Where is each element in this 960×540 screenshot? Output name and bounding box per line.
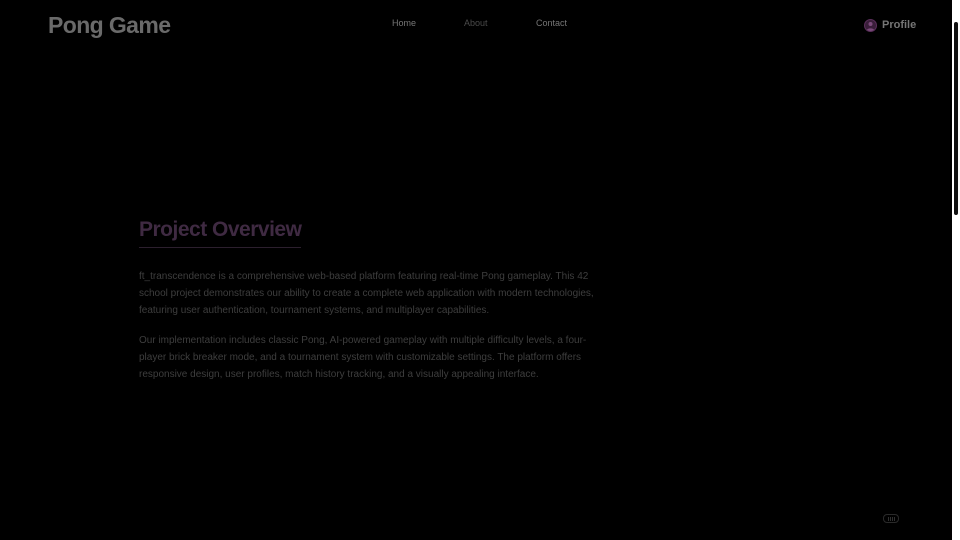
main-nav: Home About Contact (0, 18, 952, 32)
nav-about-link[interactable]: About (464, 18, 488, 28)
overview-paragraph-1: ft_transcendence is a comprehensive web-… (139, 271, 594, 316)
keyboard-icon[interactable] (883, 514, 899, 523)
project-overview-section: Project Overview ft_transcendence is a c… (139, 218, 599, 383)
overview-paragraph-2: Our implementation includes classic Pong… (139, 335, 587, 380)
overview-title: Project Overview (139, 218, 302, 248)
vertical-scrollbar[interactable] (952, 0, 960, 540)
nav-home-link[interactable]: Home (392, 18, 416, 28)
profile-button[interactable]: Profile (864, 17, 916, 33)
scrollbar-thumb[interactable] (954, 22, 958, 215)
user-icon (864, 18, 877, 32)
page: Pong Game Home About Contact Profile Pro… (0, 0, 960, 540)
site-header: Pong Game Home About Contact Profile (0, 0, 952, 52)
nav-contact-link[interactable]: Contact (536, 18, 567, 28)
profile-label: Profile (882, 19, 917, 31)
